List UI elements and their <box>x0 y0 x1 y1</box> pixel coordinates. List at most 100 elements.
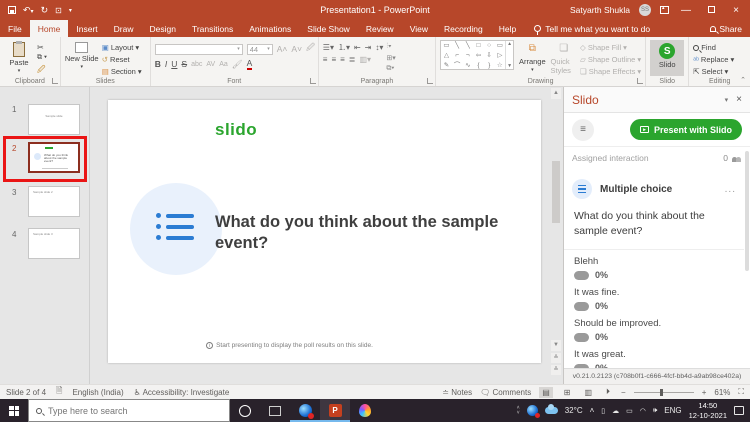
text-direction-button[interactable]: ⫶▾ <box>386 43 395 51</box>
highlight-button[interactable]: 🖌 <box>232 59 243 70</box>
scrollbar-thumb[interactable] <box>552 161 560 223</box>
quick-styles-button[interactable]: ❏ Quick Styles <box>550 40 577 75</box>
reading-view-icon[interactable]: ▥ <box>581 387 595 398</box>
onedrive-icon[interactable]: ☁ <box>612 407 619 415</box>
thumbnail-slide-3[interactable]: Sample slide 2 <box>28 186 80 217</box>
font-name-combo[interactable]: ▾ <box>154 43 243 55</box>
battery-icon[interactable]: ▭ <box>626 407 633 415</box>
redo-icon[interactable]: ↻ <box>41 5 49 16</box>
shape-effects-button[interactable]: ❑ Shape Effects ▾ <box>580 67 641 76</box>
accessibility-status[interactable]: ♿︎ Accessibility: Investigate <box>134 388 230 397</box>
zoom-in-icon[interactable]: + <box>702 388 707 397</box>
shapes-scrollbar[interactable]: ▲ ▼ <box>505 41 513 69</box>
align-text-button[interactable]: ⊞▾ <box>386 54 395 62</box>
zoom-level[interactable]: 61% <box>714 388 730 397</box>
normal-view-icon[interactable]: ▤ <box>539 386 553 398</box>
strikethrough-button[interactable]: S <box>181 59 187 69</box>
card-menu-icon[interactable]: ... <box>725 184 736 195</box>
slido-addin-button[interactable]: S Slido <box>650 40 685 76</box>
smartart-button[interactable]: ⧉▾ <box>386 65 395 73</box>
interaction-card[interactable]: Multiple choice ... What do you think ab… <box>564 171 744 380</box>
shape-fill-button[interactable]: ◇ Shape Fill ▾ <box>580 43 641 52</box>
clipboard-dialog-launcher[interactable] <box>51 78 58 84</box>
tab-help[interactable]: Help <box>491 20 524 37</box>
pane-close-icon[interactable]: × <box>736 94 742 105</box>
menu-icon[interactable]: ≡ <box>572 118 594 141</box>
slide-sorter-icon[interactable]: ⊞ <box>561 387 574 398</box>
line-spacing-button[interactable]: ↕▾ <box>375 43 383 52</box>
scroll-up-icon[interactable]: ▲ <box>551 88 561 99</box>
tab-insert[interactable]: Insert <box>68 20 105 37</box>
present-with-slido-button[interactable]: ▸ Present with Slido <box>629 119 742 140</box>
slide-scrollbar[interactable]: ▲ ▼ ≙ ≚ <box>551 87 561 384</box>
wifi-icon[interactable]: ◠ <box>640 407 646 415</box>
search-input[interactable] <box>48 405 198 416</box>
tell-me-box[interactable]: Tell me what you want to do <box>534 20 650 37</box>
weather-icon[interactable] <box>544 404 558 414</box>
cortana-button[interactable] <box>230 399 260 422</box>
account-name[interactable]: Satyarth Shukla <box>570 5 630 15</box>
share-button[interactable]: Share <box>710 20 750 37</box>
slide-count[interactable]: Slide 2 of 4 <box>6 388 46 397</box>
increase-indent-button[interactable]: ⇥ <box>365 43 372 52</box>
thumbnail-slide-1[interactable]: Sample slide <box>28 104 80 135</box>
paragraph-dialog-launcher[interactable] <box>427 78 434 84</box>
minimize-button[interactable]: — <box>678 5 694 16</box>
font-dialog-launcher[interactable] <box>309 78 316 84</box>
fit-to-window-icon[interactable]: ⛶ <box>738 387 744 397</box>
find-button[interactable]: Find <box>693 43 734 52</box>
zoom-slider[interactable] <box>633 388 694 396</box>
save-icon[interactable] <box>8 6 16 14</box>
undo-icon[interactable]: ↶▾ <box>23 5 34 16</box>
tab-animations[interactable]: Animations <box>241 20 299 37</box>
tab-draw[interactable]: Draw <box>106 20 142 37</box>
new-slide-button[interactable]: New Slide ▾ <box>65 40 99 70</box>
align-left-button[interactable]: ≡ <box>323 55 328 64</box>
temperature[interactable]: 32°C <box>565 406 583 415</box>
char-spacing-button[interactable]: AV <box>206 61 215 68</box>
task-view-button[interactable] <box>260 399 290 422</box>
change-case-button[interactable]: Aa <box>219 61 228 68</box>
bold-button[interactable]: B <box>155 59 161 69</box>
shrink-font-icon[interactable]: A˅ <box>291 44 302 54</box>
decrease-indent-button[interactable]: ⇤ <box>354 43 361 52</box>
replace-button[interactable]: ᵃᵇ Replace ▾ <box>693 55 734 64</box>
next-slide-icon[interactable]: ≚ <box>551 365 561 375</box>
tab-review[interactable]: Review <box>358 20 402 37</box>
tab-file[interactable]: File <box>0 20 30 37</box>
slide-question[interactable]: What do you think about the sample event… <box>215 212 505 255</box>
shape-outline-button[interactable]: ▱ Shape Outline ▾ <box>580 55 641 64</box>
phone-icon[interactable]: ▯ <box>601 407 605 415</box>
taskbar-search[interactable] <box>28 399 230 422</box>
scroll-down-icon[interactable]: ▼ <box>551 340 561 351</box>
paint3d-taskbar-button[interactable] <box>350 399 380 422</box>
language-indicator[interactable]: ENG <box>664 406 681 415</box>
action-center-icon[interactable] <box>734 406 744 415</box>
volume-icon[interactable]: 🕪 <box>653 407 657 415</box>
ribbon-display-options-icon[interactable] <box>660 5 669 14</box>
layout-button[interactable]: ▣ Layout ▾ <box>102 43 142 52</box>
tab-slide-show[interactable]: Slide Show <box>299 20 358 37</box>
numbering-button[interactable]: ⒈▾ <box>338 42 350 53</box>
format-painter-icon[interactable]: 🖉 <box>37 64 47 78</box>
notes-toggle[interactable]: ≐ Notes <box>442 388 472 397</box>
font-size-combo[interactable]: 44 ▾ <box>246 43 273 55</box>
grow-font-icon[interactable]: A˄ <box>277 44 288 54</box>
italic-button[interactable]: I <box>165 59 167 69</box>
start-button[interactable] <box>0 399 28 422</box>
clock[interactable]: 14:50 12-10-2021 <box>689 401 727 421</box>
language-status[interactable]: English (India) <box>72 388 123 397</box>
columns-button[interactable]: ▥▾ <box>359 55 371 64</box>
close-button[interactable]: × <box>728 5 744 16</box>
avatar[interactable]: SS <box>639 4 651 16</box>
tab-transitions[interactable]: Transitions <box>184 20 241 37</box>
tab-design[interactable]: Design <box>142 20 184 37</box>
slideshow-view-icon[interactable]: ⏵ <box>603 386 613 398</box>
hidden-icons-chevron[interactable]: ˄ <box>590 406 595 415</box>
underline-button[interactable]: U <box>171 59 177 69</box>
copy-icon[interactable]: ⧉ ▾ <box>37 54 47 62</box>
align-right-button[interactable]: ≡ <box>340 55 345 64</box>
pane-scrollbar[interactable] <box>745 151 749 271</box>
reset-button[interactable]: ↺ Reset <box>102 55 142 64</box>
customize-qat-icon[interactable]: ▾ <box>69 7 72 14</box>
